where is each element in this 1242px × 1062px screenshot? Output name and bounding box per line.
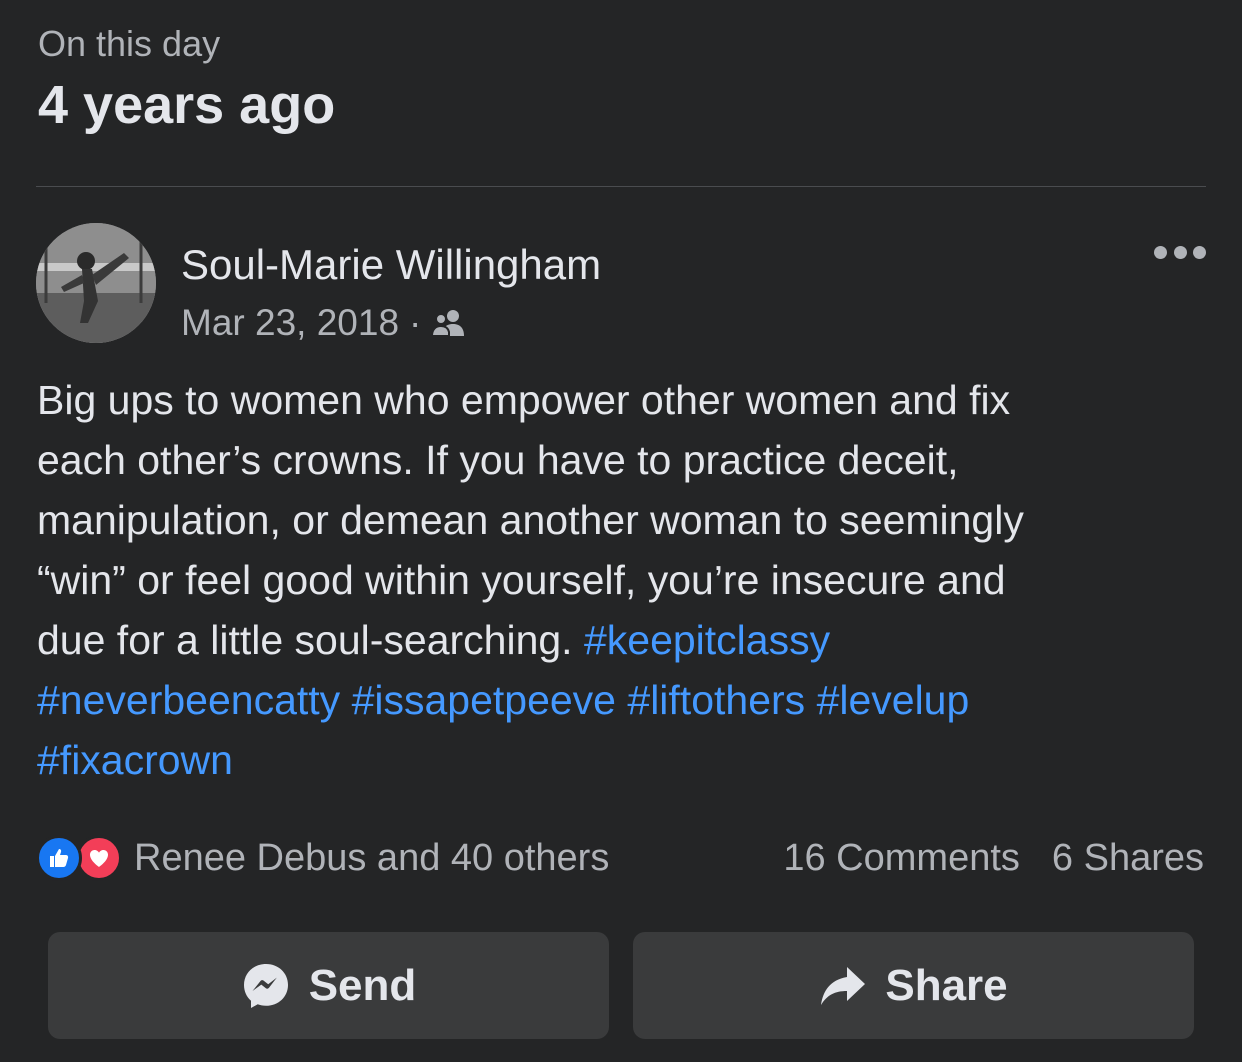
post-text-line: manipulation, or demean another woman to… [37, 497, 1024, 543]
hashtag-link[interactable]: #keepitclassy [584, 617, 830, 663]
share-arrow-icon [819, 964, 867, 1008]
memory-subtitle: On this day [38, 23, 221, 64]
like-reaction-icon [36, 835, 82, 881]
post-text-line: each other’s crowns. If you have to prac… [37, 437, 959, 483]
engagement-stats: 16 Comments 6 Shares [783, 835, 1204, 881]
post-text-line: Big ups to women who empower other women… [37, 377, 1011, 423]
memory-header: On this day 4 years ago [38, 22, 335, 136]
more-options-icon[interactable] [1154, 240, 1206, 264]
memory-title: 4 years ago [38, 75, 336, 135]
post-meta: Mar 23, 2018 · [181, 300, 467, 346]
meta-separator: · [409, 302, 422, 343]
post-body: Big ups to women who empower other women… [37, 370, 1207, 790]
post-text-line: “win” or feel good within yourself, you’… [37, 557, 1006, 603]
hashtag-link[interactable]: #fixacrown [37, 737, 233, 783]
post-author[interactable]: Soul-Marie Willingham [181, 240, 601, 290]
hashtag-link[interactable]: #liftothers [627, 677, 805, 723]
send-label: Send [308, 960, 417, 1010]
shares-count[interactable]: 6 Shares [1052, 835, 1204, 881]
hashtag-link[interactable]: #levelup [817, 677, 970, 723]
reaction-summary[interactable]: Renee Debus and 40 others [36, 835, 609, 881]
send-button[interactable]: Send [48, 932, 609, 1039]
avatar[interactable] [36, 223, 156, 343]
love-reaction-icon [76, 835, 122, 881]
friends-icon [431, 308, 467, 338]
reactions-text: Renee Debus and 40 others [134, 837, 610, 879]
comments-count[interactable]: 16 Comments [783, 835, 1020, 881]
messenger-icon [241, 961, 291, 1011]
share-button[interactable]: Share [633, 932, 1194, 1039]
divider [36, 186, 1206, 187]
post-text-line: due for a little soul-searching. [37, 617, 584, 663]
hashtag-link[interactable]: #neverbeencatty [37, 677, 340, 723]
hashtag-link[interactable]: #issapetpeeve [352, 677, 616, 723]
share-label: Share [885, 960, 1008, 1010]
post-date[interactable]: Mar 23, 2018 [181, 300, 399, 346]
